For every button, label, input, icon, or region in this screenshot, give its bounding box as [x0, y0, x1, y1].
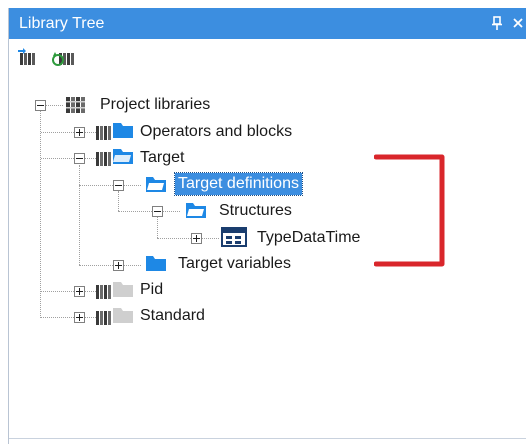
- expander-project-libraries[interactable]: [35, 100, 46, 111]
- library-gray-icon: [96, 308, 133, 325]
- annotation-bracket: [374, 154, 445, 267]
- panel-bottom-border: [9, 438, 526, 439]
- panel-titlebar[interactable]: Library Tree: [9, 8, 526, 39]
- tree-node-typedatatime[interactable]: TypeDataTime: [254, 227, 363, 249]
- library-tree-panel: Library Tree Project libraries Operators…: [8, 8, 526, 444]
- tree-node-operators-and-blocks[interactable]: Operators and blocks: [137, 121, 295, 143]
- expander-standard[interactable]: [74, 312, 85, 323]
- expander-typedatatime[interactable]: [191, 233, 202, 244]
- expander-structures[interactable]: [152, 206, 163, 217]
- folder-icon: [146, 256, 166, 271]
- close-icon[interactable]: [512, 15, 524, 31]
- expander-target[interactable]: [74, 153, 85, 164]
- expander-target-variables[interactable]: [113, 260, 124, 271]
- tree-node-structures[interactable]: Structures: [216, 200, 295, 222]
- tree-node-target-definitions[interactable]: Target definitions: [174, 172, 303, 196]
- tree-node-project-libraries[interactable]: Project libraries: [97, 94, 213, 116]
- library-toolbar: [9, 39, 526, 75]
- folder-icon: [186, 203, 206, 218]
- structure-type-icon: [221, 227, 247, 247]
- folder-icon: [146, 177, 166, 192]
- tree-node-pid[interactable]: Pid: [137, 279, 166, 301]
- tree-node-standard[interactable]: Standard: [137, 305, 208, 327]
- collapse-all-icon[interactable]: [17, 47, 41, 69]
- tree-node-target-variables[interactable]: Target variables: [175, 253, 294, 275]
- refresh-libraries-icon[interactable]: [51, 47, 75, 69]
- library-books-icon: [66, 97, 85, 113]
- expander-target-definitions[interactable]: [113, 180, 124, 191]
- pin-icon[interactable]: [490, 15, 504, 31]
- library-gray-icon: [96, 282, 133, 299]
- library-folder-icon: [96, 123, 133, 140]
- expander-operators-and-blocks[interactable]: [74, 127, 85, 138]
- expander-pid[interactable]: [74, 286, 85, 297]
- panel-title: Library Tree: [19, 15, 105, 32]
- tree-node-target[interactable]: Target: [137, 147, 187, 169]
- library-folder-icon: [96, 149, 133, 166]
